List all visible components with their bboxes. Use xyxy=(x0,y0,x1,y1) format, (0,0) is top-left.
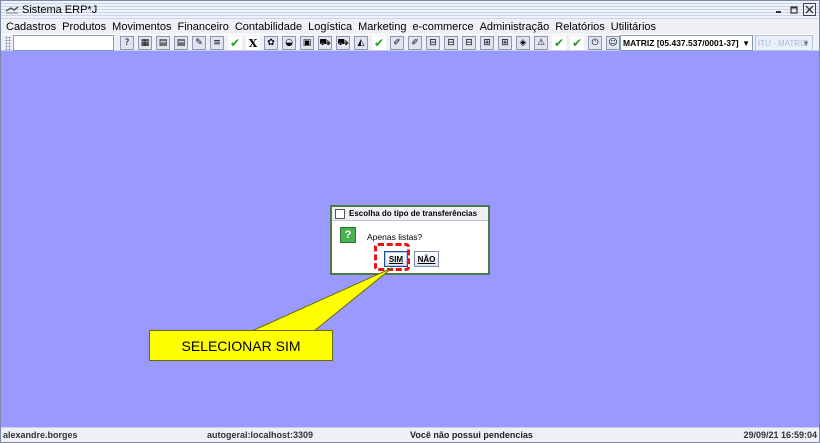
truck-in-icon[interactable]: ⊟ xyxy=(462,36,476,50)
cart-icon[interactable]: ⛟ xyxy=(318,36,332,50)
tools-icon[interactable]: ✎ xyxy=(192,36,206,50)
menu-contabilidade[interactable]: Contabilidade xyxy=(235,21,302,33)
menu-administracao[interactable]: Administração xyxy=(480,21,550,33)
dialog-title-bar[interactable]: Escolha do tipo de transferências xyxy=(332,207,488,221)
toolbar: ? ▦ ▤ ▤ ✎ ≡ ✔ X ✿ ◒ ▣ ⛟ ⛟ ◭ ✔ ✐ ✐ ⊟ ⊟ ⊟ … xyxy=(1,34,819,51)
no-button[interactable]: NÃO xyxy=(414,251,439,267)
chevron-down-icon[interactable]: ▼ xyxy=(802,39,810,48)
pencil-icon[interactable]: ✐ xyxy=(390,36,404,50)
window-title: Sistema ERP*J xyxy=(22,4,98,16)
status-datetime: 29/09/21 16:59:04 xyxy=(743,430,817,440)
warning-icon[interactable]: ⚠ xyxy=(534,36,548,50)
help-icon[interactable]: ? xyxy=(120,36,134,50)
company-select[interactable]: MATRIZ [05.437.537/0001-37] ▼ xyxy=(620,35,753,51)
validate-check-icon[interactable]: ✔ xyxy=(570,36,584,50)
branch-select-value: ITU - MATRIZ xyxy=(758,38,808,48)
menu-marketing[interactable]: Marketing xyxy=(358,21,406,33)
menu-bar: Cadastros Produtos Movimentos Financeiro… xyxy=(1,19,819,34)
delivery-icon[interactable]: ⊞ xyxy=(498,36,512,50)
calculator-icon[interactable]: ▦ xyxy=(138,36,152,50)
question-icon: ? xyxy=(340,227,356,243)
menu-produtos[interactable]: Produtos xyxy=(62,21,106,33)
status-pending: Você não possui pendencias xyxy=(410,430,533,440)
cart-add-icon[interactable]: ⛟ xyxy=(336,36,350,50)
branch-select[interactable]: ITU - MATRIZ ▼ xyxy=(755,35,813,51)
report-icon[interactable]: ▤ xyxy=(174,36,188,50)
minimize-icon[interactable] xyxy=(773,3,786,16)
chart-icon[interactable]: ▣ xyxy=(300,36,314,50)
edit-icon[interactable]: ✐ xyxy=(408,36,422,50)
menu-ecommerce[interactable]: e-commerce xyxy=(412,21,473,33)
truck-out-icon[interactable]: ⊟ xyxy=(444,36,458,50)
menu-relatorios[interactable]: Relatórios xyxy=(555,21,605,33)
chevron-down-icon[interactable]: ▼ xyxy=(742,39,750,48)
status-user: alexandre.borges xyxy=(3,430,78,440)
dialog-question: Apenas listas? xyxy=(367,232,423,242)
transfer-icon[interactable]: ⊞ xyxy=(480,36,494,50)
app-logo-icon xyxy=(5,6,19,14)
title-bar[interactable]: Sistema ERP*J xyxy=(1,1,819,19)
truck-icon[interactable]: ⊟ xyxy=(426,36,440,50)
menu-movimentos[interactable]: Movimentos xyxy=(112,21,171,33)
shoe-icon[interactable]: ◒ xyxy=(282,36,296,50)
dialog-checkbox-icon xyxy=(335,208,345,219)
package-icon[interactable]: ◈ xyxy=(516,36,530,50)
status-server: autogeral:localhost:3309 xyxy=(207,430,314,440)
close-icon[interactable] xyxy=(803,3,816,16)
document-icon[interactable]: ▤ xyxy=(156,36,170,50)
callout-label: SELECIONAR SIM xyxy=(149,330,333,361)
cancel-x-icon[interactable]: X xyxy=(246,36,260,50)
window-controls xyxy=(773,3,816,16)
confirm-check-icon[interactable]: ✔ xyxy=(228,36,242,50)
ok-check-icon[interactable]: ✔ xyxy=(552,36,566,50)
tag-icon[interactable]: ◭ xyxy=(354,36,368,50)
palette-icon[interactable]: ✿ xyxy=(264,36,278,50)
approve-check-icon[interactable]: ✔ xyxy=(372,36,386,50)
dialog-title: Escolha do tipo de transferências xyxy=(349,209,478,218)
status-bar: alexandre.borges autogeral:localhost:330… xyxy=(1,427,819,442)
menu-logistica[interactable]: Logística xyxy=(308,21,352,33)
transfer-type-dialog: Escolha do tipo de transferências ? Apen… xyxy=(330,205,490,275)
power-icon[interactable]: ⏻ xyxy=(588,36,602,50)
toolbar-grip-icon[interactable] xyxy=(5,36,11,50)
company-select-value: MATRIZ [05.437.537/0001-37] xyxy=(623,38,739,48)
menu-cadastros[interactable]: Cadastros xyxy=(6,21,56,33)
menu-utilitarios[interactable]: Utilitários xyxy=(611,21,656,33)
user-icon[interactable]: ☺ xyxy=(606,36,620,50)
list-icon[interactable]: ≡ xyxy=(210,36,224,50)
toolbar-search-input[interactable] xyxy=(13,35,114,51)
highlight-box xyxy=(374,243,410,271)
app-window: Sistema ERP*J Cadastros Produtos Movimen… xyxy=(0,0,820,443)
menu-financeiro[interactable]: Financeiro xyxy=(177,21,228,33)
maximize-icon[interactable] xyxy=(788,3,801,16)
